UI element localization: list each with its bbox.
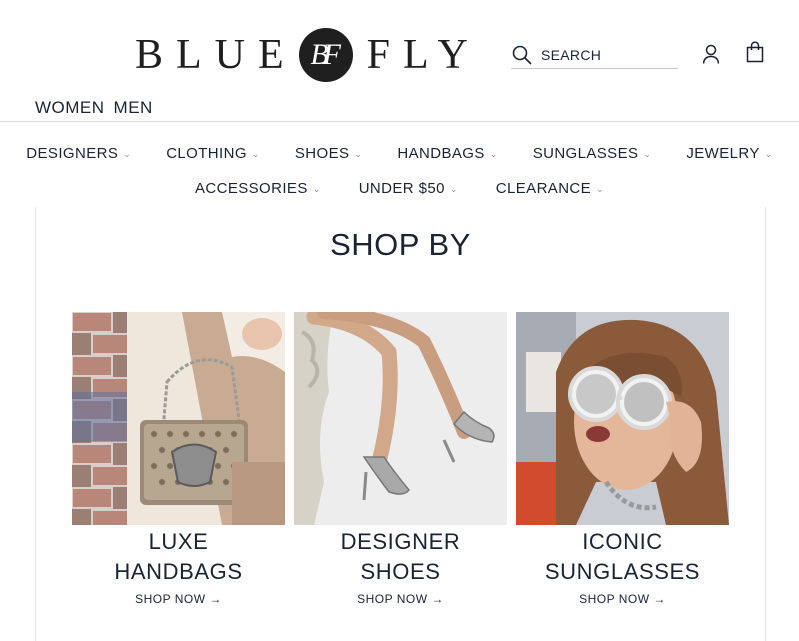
chevron-down-icon: ⌄ [251,149,260,159]
shoes-image[interactable] [294,312,507,525]
logo-word-left: BLUE [135,32,297,78]
shop-by-title: SHOP BY [330,227,471,262]
category-title-handbags[interactable]: LUXE HANDBAGS [72,527,285,587]
nav-item-accessories[interactable]: ACCESSORIES ⌄ [195,180,321,197]
shop-now-link-sunglasses[interactable]: SHOP NOW → [579,592,666,606]
search-input[interactable] [541,47,671,63]
nav-item-handbags[interactable]: HANDBAGS ⌄ [397,145,497,162]
category-card-handbags[interactable]: LUXE HANDBAGS SHOP NOW → [72,312,285,608]
nav-item-clearance[interactable]: CLEARANCE ⌄ [496,180,604,197]
bluefly-logo[interactable]: BLUE BF FLY [135,28,481,82]
category-card-shoes[interactable]: DESIGNER SHOES SHOP NOW → [294,312,507,608]
shop-now-link-shoes[interactable]: SHOP NOW → [357,592,444,606]
gender-nav-women[interactable]: WOMEN [35,98,105,118]
chevron-down-icon: ⌄ [489,149,498,159]
sunglasses-image[interactable] [516,312,729,525]
gender-nav: WOMEN MEN [35,98,153,118]
account-icon[interactable] [700,43,722,65]
main-nav-row-1: DESIGNERS ⌄ CLOTHING ⌄ SHOES ⌄ HANDBAGS ⌄ SU… [0,136,799,171]
category-title-sunglasses[interactable]: ICONIC SUNGLASSES [516,527,729,587]
shop-by-section: SHOP BY LUXE HANDBAGS SHOP NOW → DESIGNE… [35,207,766,641]
chevron-down-icon: ⌄ [596,184,605,194]
chevron-down-icon: ⌄ [764,149,773,159]
nav-item-under-50[interactable]: UNDER $50 ⌄ [359,180,458,197]
logo-badge: BF [298,28,353,82]
chevron-down-icon: ⌄ [123,149,132,159]
nav-item-sunglasses[interactable]: SUNGLASSES ⌄ [533,145,652,162]
search-icon[interactable] [511,44,533,66]
site-header: BLUE BF FLY WOMEN MEN [0,0,799,122]
main-nav: DESIGNERS ⌄ CLOTHING ⌄ SHOES ⌄ HANDBAGS ⌄ SU… [0,136,799,206]
nav-item-designers[interactable]: DESIGNERS ⌄ [26,145,131,162]
category-card-sunglasses[interactable]: ICONIC SUNGLASSES SHOP NOW → [516,312,729,608]
search-bar[interactable] [511,42,678,69]
nav-item-jewelry[interactable]: JEWELRY ⌄ [686,145,772,162]
shopping-bag-icon[interactable] [745,41,765,63]
nav-item-shoes[interactable]: SHOES ⌄ [295,145,362,162]
handbag-image[interactable] [72,312,285,525]
chevron-down-icon: ⌄ [312,184,321,194]
chevron-down-icon: ⌄ [354,149,363,159]
chevron-down-icon: ⌄ [449,184,458,194]
category-title-shoes[interactable]: DESIGNER SHOES [294,527,507,587]
main-nav-row-2: ACCESSORIES ⌄ UNDER $50 ⌄ CLEARANCE ⌄ [0,171,799,206]
shop-now-link-handbags[interactable]: SHOP NOW → [135,592,222,606]
chevron-down-icon: ⌄ [643,149,652,159]
nav-item-clothing[interactable]: CLOTHING ⌄ [166,145,260,162]
logo-word-right: FLY [366,32,481,78]
gender-nav-men[interactable]: MEN [114,98,153,118]
